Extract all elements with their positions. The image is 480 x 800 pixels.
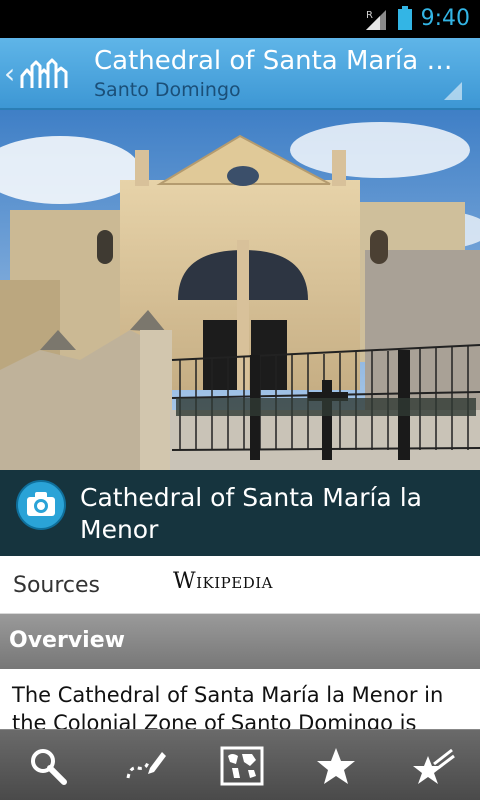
action-bar-title: Cathedral of Santa María la… <box>94 46 454 76</box>
favorite-button[interactable] <box>288 730 384 800</box>
starred-list-icon <box>413 748 455 784</box>
action-bar-subtitle[interactable]: Santo Domingo <box>94 78 241 102</box>
place-title-band: Cathedral of Santa María la Menor <box>0 470 480 556</box>
battery-icon <box>398 6 412 30</box>
search-button[interactable] <box>0 730 96 800</box>
city-skyline-logo-icon <box>20 58 68 88</box>
overview-body: The Cathedral of Santa María la Menor in… <box>0 669 480 729</box>
overview-header: Overview <box>0 614 480 669</box>
back-chevron-icon: ‹ <box>4 57 16 90</box>
camera-button[interactable] <box>16 480 66 530</box>
bottom-toolbar <box>0 729 480 800</box>
star-icon <box>317 748 355 784</box>
favorites-list-button[interactable] <box>384 730 480 800</box>
route-button[interactable] <box>96 730 192 800</box>
sources-row: Sources Wikipedia <box>0 556 480 614</box>
clock: 9:40 <box>420 6 470 31</box>
svg-text:R: R <box>366 10 373 21</box>
overview-text: The Cathedral of Santa María la Menor in… <box>12 683 444 729</box>
map-button[interactable] <box>192 730 288 800</box>
wikipedia-source-link[interactable]: Wikipedia <box>173 568 273 596</box>
edit-path-icon <box>126 752 166 779</box>
place-title: Cathedral of Santa María la Menor <box>80 483 422 544</box>
sources-label: Sources <box>13 573 101 598</box>
screen: R 9:40 ‹ Cathedral of Santa María la… Sa… <box>0 0 480 800</box>
spinner-indicator-icon[interactable] <box>444 82 462 100</box>
overview-header-label: Overview <box>9 628 125 653</box>
status-bar: R 9:40 <box>0 0 480 38</box>
camera-icon <box>27 492 55 516</box>
cathedral-photo[interactable] <box>0 110 480 470</box>
action-bar: ‹ Cathedral of Santa María la… Santo Dom… <box>0 38 480 110</box>
signal-icon: R <box>366 10 386 30</box>
up-button[interactable]: ‹ <box>0 38 82 110</box>
world-map-icon <box>220 746 264 786</box>
search-icon <box>31 749 67 785</box>
